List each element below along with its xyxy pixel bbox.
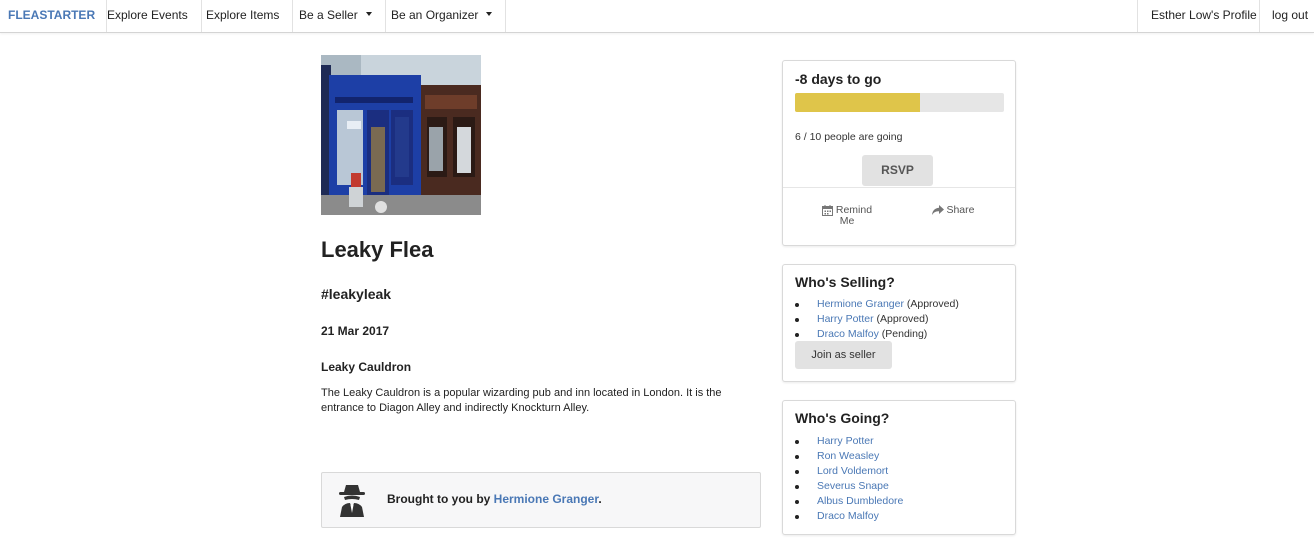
organizer-prefix: Brought to you by <box>387 492 494 506</box>
event-image <box>321 55 481 215</box>
attendees-panel-title: Who's Going? <box>795 410 890 426</box>
share-label: Share <box>946 204 975 216</box>
nav-explore-events[interactable]: Explore Events <box>94 0 202 32</box>
nav-explore-items[interactable]: Explore Items <box>193 0 294 32</box>
list-item: Harry Potter (Approved) <box>795 312 959 327</box>
rsvp-panel: -8 days to go 6 / 10 people are going RS… <box>782 60 1016 246</box>
event-date: 21 Mar 2017 <box>321 324 390 338</box>
list-item: Lord Voldemort <box>795 464 903 479</box>
sellers-panel-title: Who's Selling? <box>795 274 895 290</box>
attendee-link[interactable]: Harry Potter <box>817 435 874 447</box>
remind-me-button[interactable]: Remind Me <box>819 205 875 227</box>
seller-status: (Approved) <box>906 298 959 310</box>
sellers-panel: Who's Selling? Hermione Granger (Approve… <box>782 264 1016 382</box>
organizer-link[interactable]: Hermione Granger <box>494 492 599 506</box>
attendance-progress-bar <box>795 93 1004 112</box>
spy-icon <box>337 483 367 517</box>
event-title: Leaky Flea <box>321 237 434 262</box>
organizer-box: Brought to you by Hermione Granger. <box>321 472 761 528</box>
top-navbar: FLEASTARTER Explore Events Explore Items… <box>0 0 1314 33</box>
caret-down-icon <box>486 12 493 17</box>
caret-down-icon <box>365 12 372 17</box>
calendar-icon <box>821 204 833 216</box>
join-as-seller-button[interactable]: Join as seller <box>795 341 892 369</box>
brand-link[interactable]: FLEASTARTER <box>0 0 108 32</box>
seller-link[interactable]: Draco Malfoy <box>817 328 879 340</box>
progress-fill <box>795 93 921 112</box>
list-item: Albus Dumbledore <box>795 494 903 509</box>
attendees-list: Harry Potter Ron Weasley Lord Voldemort … <box>795 434 903 524</box>
list-item: Severus Snape <box>795 479 903 494</box>
nav-be-seller-dropdown[interactable]: Be a Seller <box>286 0 386 32</box>
rsvp-button[interactable]: RSVP <box>862 155 933 186</box>
organizer-suffix: . <box>598 492 602 506</box>
attendee-link[interactable]: Draco Malfoy <box>817 510 879 522</box>
seller-link[interactable]: Hermione Granger <box>817 298 904 310</box>
nav-profile-link[interactable]: Esther Low's Profile <box>1137 0 1270 32</box>
event-hashtag: #leakyleak <box>321 286 392 302</box>
share-button[interactable]: Share <box>928 205 978 216</box>
event-description: The Leaky Cauldron is a popular wizardin… <box>321 387 722 414</box>
attendee-link[interactable]: Lord Voldemort <box>817 465 888 477</box>
organizer-credit: Brought to you by Hermione Granger. <box>387 492 602 506</box>
sellers-list: Hermione Granger (Approved) Harry Potter… <box>795 297 959 342</box>
days-to-go: -8 days to go <box>795 71 882 87</box>
list-item: Draco Malfoy (Pending) <box>795 327 959 342</box>
attendee-link[interactable]: Severus Snape <box>817 480 889 492</box>
seller-status: (Approved) <box>876 313 929 325</box>
event-venue: Leaky Cauldron <box>321 360 412 374</box>
nav-be-organizer-label: Be an Organizer <box>391 8 479 22</box>
going-count: 6 / 10 people are going <box>795 131 903 143</box>
list-item: Draco Malfoy <box>795 509 903 524</box>
list-item: Hermione Granger (Approved) <box>795 297 959 312</box>
divider <box>783 187 1015 188</box>
list-item: Harry Potter <box>795 434 903 449</box>
share-icon <box>931 204 944 216</box>
attendees-panel: Who's Going? Harry Potter Ron Weasley Lo… <box>782 400 1016 535</box>
seller-link[interactable]: Harry Potter <box>817 313 874 325</box>
attendee-link[interactable]: Ron Weasley <box>817 450 879 462</box>
seller-status: (Pending) <box>881 328 928 340</box>
nav-logout-link[interactable]: log out <box>1259 0 1314 32</box>
list-item: Ron Weasley <box>795 449 903 464</box>
remind-label-line2: Me <box>839 215 855 227</box>
nav-be-seller-label: Be a Seller <box>299 8 358 22</box>
nav-be-organizer-dropdown[interactable]: Be an Organizer <box>378 0 507 32</box>
attendee-link[interactable]: Albus Dumbledore <box>817 495 903 507</box>
